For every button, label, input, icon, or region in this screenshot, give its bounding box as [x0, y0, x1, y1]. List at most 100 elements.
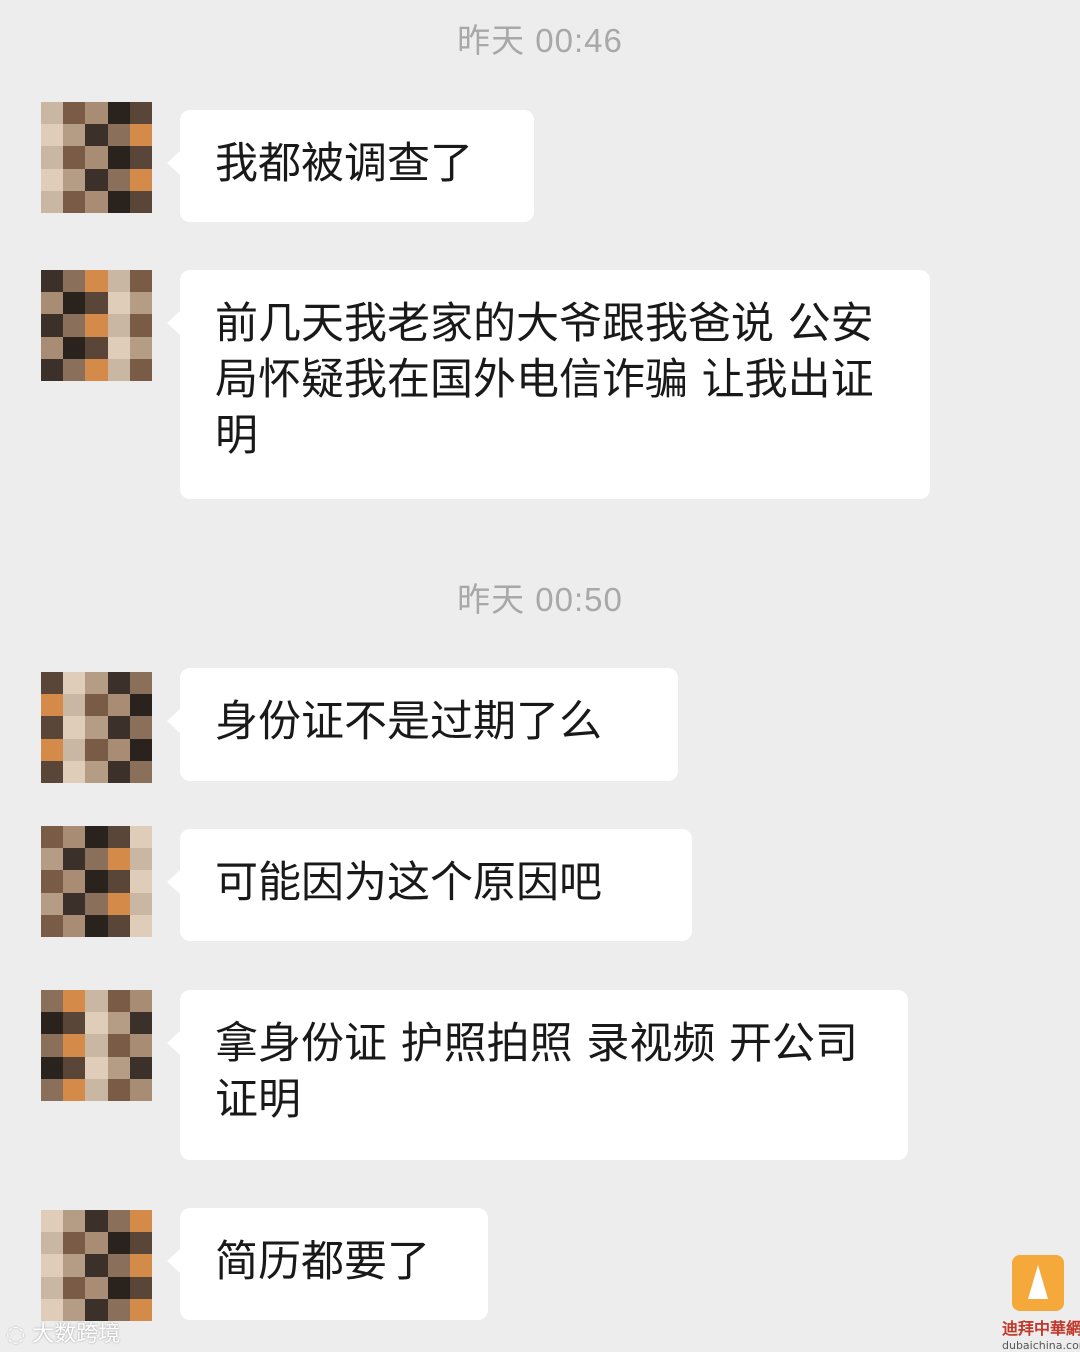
avatar-pixel	[85, 168, 108, 191]
avatar-pixel	[107, 870, 130, 893]
avatar-pixel	[129, 1276, 152, 1299]
avatar[interactable]	[41, 826, 152, 937]
avatar-pixel	[41, 190, 64, 213]
avatar-pixel	[107, 1034, 130, 1057]
avatar-pixel	[63, 1276, 86, 1299]
avatar-pixel	[41, 716, 64, 739]
avatar-pixel	[129, 146, 152, 169]
avatar-pixel	[129, 738, 152, 761]
avatar-pixel	[63, 826, 86, 849]
avatar-pixel	[63, 672, 86, 695]
message-bubble[interactable]: 前几天我老家的大爷跟我爸说 公安局怀疑我在国外电信诈骗 让我出证明	[167, 270, 930, 499]
avatar-pixel	[63, 1034, 86, 1057]
message-bubble[interactable]: 我都被调查了	[167, 110, 534, 222]
avatar-pixel	[63, 738, 86, 761]
avatar-pixel	[41, 990, 64, 1013]
avatar-pixel	[129, 270, 152, 293]
avatar-pixel	[85, 870, 108, 893]
avatar-pixel	[63, 190, 86, 213]
avatar-pixel	[129, 1078, 152, 1101]
avatar-pixel	[41, 270, 64, 293]
message-bubble[interactable]: 简历都要了	[167, 1208, 488, 1320]
avatar-pixel	[107, 358, 130, 381]
avatar-pixel	[63, 1232, 86, 1255]
avatar-pixel	[63, 990, 86, 1013]
avatar-pixel	[41, 870, 64, 893]
avatar-pixel	[63, 1012, 86, 1035]
avatar-pixel	[41, 1254, 64, 1277]
avatar-pixel	[63, 358, 86, 381]
avatar[interactable]	[41, 1210, 152, 1321]
avatar-pixel	[107, 190, 130, 213]
avatar-pixel	[63, 146, 86, 169]
avatar-pixel	[63, 270, 86, 293]
avatar-pixel	[41, 1232, 64, 1255]
avatar-pixel	[107, 146, 130, 169]
avatar-pixel	[41, 168, 64, 191]
avatar-pixel	[85, 124, 108, 147]
message-bubble[interactable]: 可能因为这个原因吧	[167, 829, 692, 941]
avatar-pixel	[129, 336, 152, 359]
avatar-pixel	[85, 270, 108, 293]
avatar-pixel	[85, 694, 108, 717]
avatar-pixel	[107, 314, 130, 337]
avatar-pixel	[63, 1254, 86, 1277]
avatar-pixel	[41, 892, 64, 915]
watermark-dubaichina: 迪拜中華網 dubaichina.com	[1002, 1255, 1080, 1352]
avatar-pixel	[63, 292, 86, 315]
avatar-pixel	[129, 168, 152, 191]
avatar-pixel	[129, 672, 152, 695]
weibo-icon: ◌	[6, 1322, 26, 1347]
avatar-pixel	[129, 1298, 152, 1321]
avatar-pixel	[129, 358, 152, 381]
avatar-pixel	[107, 990, 130, 1013]
avatar-pixel	[129, 1254, 152, 1277]
avatar-pixel	[107, 848, 130, 871]
avatar-pixel	[63, 124, 86, 147]
avatar-pixel	[107, 694, 130, 717]
avatar-pixel	[63, 1078, 86, 1101]
avatar-pixel	[107, 1012, 130, 1035]
avatar-pixel	[41, 124, 64, 147]
avatar-pixel	[129, 1056, 152, 1079]
avatar-pixel	[41, 914, 64, 937]
message-bubble[interactable]: 拿身份证 护照拍照 录视频 开公司证明	[167, 990, 908, 1160]
avatar-pixel	[41, 1056, 64, 1079]
avatar-pixel	[107, 760, 130, 783]
avatar-pixel	[85, 146, 108, 169]
avatar-pixel	[85, 1210, 108, 1233]
avatar-pixel	[41, 146, 64, 169]
avatar-pixel	[63, 1210, 86, 1233]
message-bubble[interactable]: 身份证不是过期了么	[167, 668, 678, 781]
avatar-pixel	[85, 1034, 108, 1057]
avatar-pixel	[129, 694, 152, 717]
avatar-pixel	[41, 826, 64, 849]
avatar[interactable]	[41, 672, 152, 783]
avatar-pixel	[129, 870, 152, 893]
avatar-pixel	[107, 1232, 130, 1255]
avatar[interactable]	[41, 270, 152, 381]
avatar-pixel	[41, 848, 64, 871]
avatar-pixel	[85, 848, 108, 871]
avatar-pixel	[107, 1056, 130, 1079]
avatar-pixel	[107, 738, 130, 761]
avatar-pixel	[63, 102, 86, 125]
avatar-pixel	[41, 1012, 64, 1035]
avatar[interactable]	[41, 102, 152, 213]
watermark-left-text: 大数跨境	[32, 1322, 121, 1347]
avatar-pixel	[107, 672, 130, 695]
avatar-pixel	[41, 694, 64, 717]
avatar-pixel	[129, 102, 152, 125]
avatar-pixel	[41, 738, 64, 761]
avatar-pixel	[63, 694, 86, 717]
avatar-pixel	[63, 314, 86, 337]
avatar-pixel	[107, 892, 130, 915]
avatar[interactable]	[41, 990, 152, 1101]
avatar-pixel	[129, 914, 152, 937]
avatar-pixel	[63, 870, 86, 893]
avatar-pixel	[85, 102, 108, 125]
avatar-pixel	[63, 1056, 86, 1079]
avatar-pixel	[107, 102, 130, 125]
avatar-pixel	[129, 1232, 152, 1255]
avatar-pixel	[85, 336, 108, 359]
